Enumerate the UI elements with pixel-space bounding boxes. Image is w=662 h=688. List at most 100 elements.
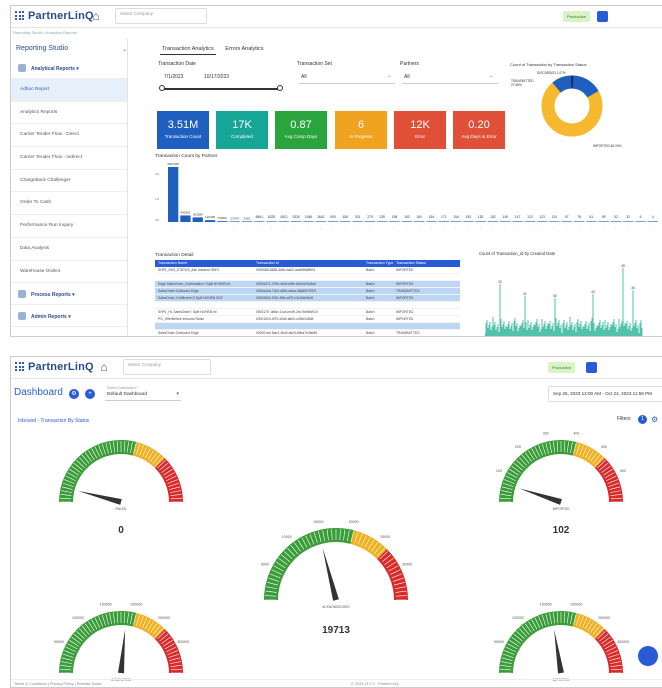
- col-transaction-name[interactable]: Transaction Name: [155, 260, 253, 267]
- collapse-sidebar-icon[interactable]: «: [123, 48, 126, 54]
- sidebar-item-performance[interactable]: Performance Run Inquiry: [11, 215, 127, 238]
- calendar-icon[interactable]: [597, 11, 608, 22]
- table-row[interactable]: SalesOrder_Fulfillment O Split NOHEB OUT…: [155, 295, 460, 302]
- sidebar-item-order-to-cash[interactable]: Order To Cash: [11, 192, 127, 216]
- partners-select[interactable]: All: [404, 74, 410, 80]
- bar[interactable]: [180, 215, 191, 222]
- bar[interactable]: [303, 221, 314, 222]
- company-select[interactable]: Select Company: [115, 8, 207, 24]
- bar[interactable]: [635, 221, 646, 222]
- bar[interactable]: [315, 221, 326, 222]
- help-fab-icon[interactable]: [638, 646, 658, 666]
- bar[interactable]: [463, 221, 474, 222]
- slider-start-handle[interactable]: [159, 85, 165, 91]
- sidebar-group-process[interactable]: Process Reports ▾: [11, 283, 127, 306]
- gear-icon[interactable]: ⚙: [651, 415, 658, 424]
- area-chart-title: Count of Transaction_Id by Created Date: [479, 251, 556, 256]
- bar[interactable]: [450, 221, 462, 222]
- bar[interactable]: [537, 221, 548, 222]
- bar[interactable]: [475, 221, 486, 222]
- bar[interactable]: [340, 221, 351, 222]
- home-icon[interactable]: ⌂: [95, 359, 113, 375]
- sidebar-item-adhoc-report[interactable]: Adhoc Report: [11, 79, 127, 102]
- bar[interactable]: [573, 221, 585, 222]
- bar-label: 123: [527, 215, 533, 219]
- date-range-picker[interactable]: Sep 25, 2023 12:00 AM - Oct 24, 2023 11:…: [548, 386, 662, 402]
- sidebar-item-warehouse-orders[interactable]: Warehouse Orders: [11, 261, 127, 284]
- bar[interactable]: [241, 221, 253, 222]
- chevron-down-icon[interactable]: ⌄: [489, 73, 493, 79]
- sidebar-group-admin[interactable]: Admin Reports ▾: [11, 305, 127, 328]
- sidebar-item-carrier-direct[interactable]: Carrier Tender Flow - Direct: [11, 124, 127, 148]
- bar[interactable]: [204, 220, 216, 222]
- slider-end-handle[interactable]: [277, 85, 283, 91]
- x-tick-label: —: [270, 227, 274, 231]
- bar[interactable]: [389, 221, 400, 222]
- table-row[interactable]: [155, 323, 460, 330]
- bar[interactable]: [217, 221, 228, 222]
- date-range-slider[interactable]: [161, 88, 281, 90]
- bar[interactable]: [327, 221, 339, 222]
- bar[interactable]: [414, 221, 425, 222]
- sidebar-item-data-analysis[interactable]: Data Analysis: [11, 238, 127, 261]
- bar[interactable]: [487, 221, 499, 222]
- bar[interactable]: [598, 221, 609, 222]
- bar[interactable]: [377, 221, 388, 222]
- bar[interactable]: [500, 221, 511, 222]
- bar[interactable]: [549, 221, 560, 222]
- sidebar-item-analytics-reports[interactable]: Analytics Reports: [11, 102, 127, 125]
- app-logo[interactable]: PartnerLinQ: [15, 10, 94, 22]
- app-logo[interactable]: PartnerLinQ: [15, 361, 94, 373]
- add-dashboard-icon[interactable]: +: [85, 389, 95, 399]
- bar[interactable]: [426, 221, 437, 222]
- sidebar-item-carrier-indirect[interactable]: Carrier Tender Flow - Indirect: [11, 147, 127, 170]
- bar[interactable]: [586, 221, 597, 222]
- tab-errors-analytics[interactable]: Errors Analytics: [223, 44, 265, 54]
- table-row[interactable]: SHP1_DKS_STATUS_Ash Inbound SHP1 0000068-…: [155, 267, 460, 274]
- bar[interactable]: [512, 221, 523, 222]
- filters-label[interactable]: Filters: [617, 416, 631, 422]
- bar[interactable]: [610, 221, 622, 222]
- date-from[interactable]: 7/1/2023: [164, 74, 183, 80]
- home-icon[interactable]: ⌂: [87, 8, 105, 24]
- company-select[interactable]: Select Company: [123, 359, 211, 375]
- calendar-icon[interactable]: [586, 362, 597, 373]
- col-transaction-status[interactable]: Transaction Status: [393, 260, 430, 267]
- bar[interactable]: [278, 221, 289, 222]
- donut-label-imported: IMPORTED 60.00%: [593, 144, 622, 148]
- sidebar-item-chargeback[interactable]: Chargeback Challenger: [11, 170, 127, 193]
- dashboard-select[interactable]: Select Dashboard * Default Dashboard ▾: [105, 384, 181, 401]
- bar[interactable]: [229, 221, 240, 222]
- footer-links[interactable]: Terms & Conditions | Privacy Policy | Re…: [14, 682, 102, 686]
- bar[interactable]: [291, 221, 302, 222]
- app-grid-icon[interactable]: [15, 11, 24, 20]
- bar[interactable]: [192, 217, 203, 222]
- bar[interactable]: [168, 167, 179, 222]
- bar[interactable]: [438, 221, 449, 222]
- table-row[interactable]: SHP1_HL SalesOrder / Split NOHEB Int 0000…: [155, 309, 460, 316]
- bar[interactable]: [254, 221, 265, 222]
- bar[interactable]: [401, 221, 412, 222]
- tab-transaction-analytics[interactable]: Transaction Analytics: [160, 44, 216, 55]
- bar[interactable]: [364, 221, 376, 222]
- bar[interactable]: [647, 221, 658, 222]
- settings-icon[interactable]: ⚙: [69, 389, 79, 399]
- table-row[interactable]: [155, 302, 460, 309]
- bar[interactable]: [266, 221, 277, 222]
- bar[interactable]: [524, 221, 535, 222]
- table-row[interactable]: [155, 274, 460, 281]
- table-row[interactable]: SalesOrder Outbound Edge 000001ee-5ae3-46…: [155, 330, 460, 336]
- table-row[interactable]: SalesOrder Outbound Edge 0000d4e6-73c0-a5…: [155, 288, 460, 295]
- sidebar-group-analytical[interactable]: Analytical Reports ▾: [11, 57, 127, 79]
- col-transaction-id[interactable]: Transaction Id: [253, 260, 363, 267]
- transaction-set-select[interactable]: All: [301, 74, 307, 80]
- table-row[interactable]: PO_OfferBefore Inbound Swiss 00001510-4f7…: [155, 316, 460, 323]
- col-transaction-type[interactable]: Transaction Type: [363, 260, 393, 267]
- chevron-down-icon[interactable]: ⌄: [387, 73, 391, 79]
- table-row[interactable]: Edge SalesOrder_Confirmation / Split NOH…: [155, 281, 460, 288]
- bar[interactable]: [561, 221, 572, 222]
- bar[interactable]: [352, 221, 363, 222]
- bar[interactable]: [623, 221, 634, 222]
- date-to[interactable]: 10/17/2023: [204, 74, 229, 80]
- app-grid-icon[interactable]: [15, 362, 24, 371]
